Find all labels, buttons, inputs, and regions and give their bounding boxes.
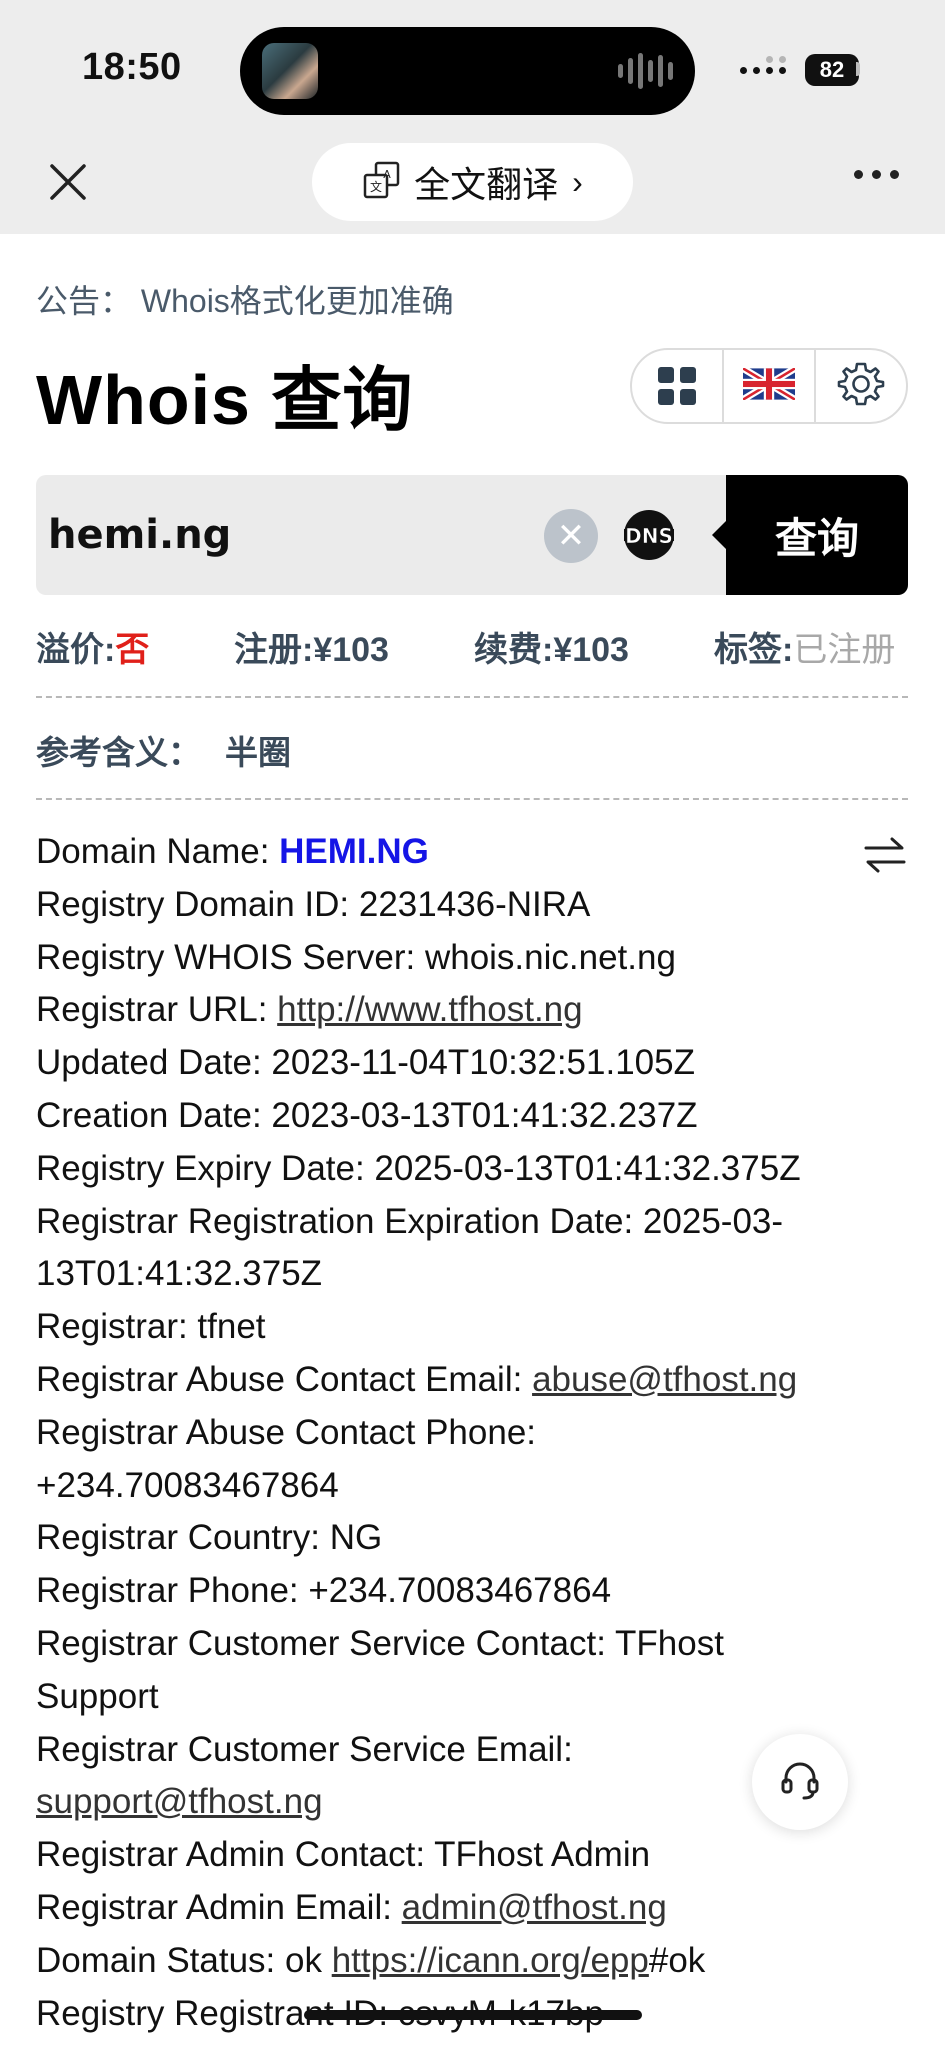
whois-expiry-date: Registry Expiry Date: 2025-03-13T01:41:3… <box>36 1148 801 1188</box>
uk-flag-icon <box>741 364 797 405</box>
domain-status-link[interactable]: https://icann.org/epp <box>332 1941 649 1980</box>
customer-support-button[interactable] <box>752 1734 848 1830</box>
gear-icon <box>837 360 885 413</box>
page-title: Whois 查询 <box>36 361 414 439</box>
domain-name-link[interactable]: HEMI.NG <box>279 832 429 871</box>
grid-view-button[interactable] <box>632 350 722 422</box>
whois-registrar-expiration-cont: 13T01:41:32.375Z <box>36 1254 323 1294</box>
more-icon[interactable] <box>854 170 899 179</box>
stat-tag-value: 已注册 <box>793 631 896 669</box>
admin-email-link[interactable]: admin@tfhost.ng <box>402 1888 667 1927</box>
stat-tag: 标签:已注册 <box>714 622 895 671</box>
stat-renew: 续费:¥103 <box>474 622 629 671</box>
whois-result: Domain Name: HEMI.NG Registry Domain ID:… <box>36 826 908 2040</box>
whois-registry-domain-id: Registry Domain ID: 2231436-NIRA <box>36 884 591 924</box>
stat-register-value: ¥103 <box>313 631 389 669</box>
whois-registrar: Registrar: tfnet <box>36 1307 266 1347</box>
whois-creation-date: Creation Date: 2023-03-13T01:41:32.237Z <box>36 1095 698 1135</box>
settings-button[interactable] <box>814 350 906 422</box>
cs-email-link[interactable]: support@tfhost.ng <box>36 1782 323 1821</box>
domain-status-label: Domain Status: ok <box>36 1940 332 1980</box>
battery-tip <box>856 62 860 76</box>
tool-button-group <box>630 348 908 424</box>
stat-premium: 溢价:否 <box>36 622 149 671</box>
close-icon[interactable] <box>44 158 92 206</box>
translate-button[interactable]: A 文 全文翻译 › <box>312 143 633 221</box>
abuse-email-label: Registrar Abuse Contact Email: <box>36 1359 533 1399</box>
clear-input-button[interactable]: ✕ <box>544 509 598 563</box>
whois-abuse-email: Registrar Abuse Contact Email: abuse@tfh… <box>36 1354 908 1407</box>
notice-banner: 公告： Whois格式化更加准确 <box>36 283 454 319</box>
stat-renew-value: ¥103 <box>553 631 629 669</box>
whois-abuse-phone: Registrar Abuse Contact Phone: <box>36 1412 537 1452</box>
domain-status-suffix: #ok <box>648 1940 706 1980</box>
stat-premium-label: 溢价: <box>36 631 116 669</box>
stat-premium-value: 否 <box>115 631 150 669</box>
cellular-signal-icon <box>740 56 786 74</box>
whois-domain-status: Domain Status: ok https://icann.org/epp#… <box>36 1935 908 1988</box>
stat-renew-label: 续费: <box>474 631 554 669</box>
dns-icon[interactable]: DNS <box>621 507 677 563</box>
grid-icon <box>658 367 696 405</box>
admin-email-label: Registrar Admin Email: <box>36 1887 402 1927</box>
meaning-value: 半圈 <box>225 734 291 771</box>
chevron-right-icon: › <box>572 163 583 200</box>
translate-label: 全文翻译 <box>414 164 559 205</box>
price-stats: 溢价:否 注册:¥103 续费:¥103 标签:已注册 <box>36 622 908 672</box>
svg-text:DNS: DNS <box>625 524 673 548</box>
abuse-email-link[interactable]: abuse@tfhost.ng <box>532 1360 797 1399</box>
audio-wave-icon <box>618 51 673 91</box>
translate-icon: A 文 <box>362 160 402 205</box>
meaning-label: 参考含义： <box>36 734 201 771</box>
registrar-url-link[interactable]: http://www.tfhost.ng <box>277 990 582 1029</box>
svg-text:A: A <box>383 168 391 181</box>
home-indicator[interactable] <box>304 2010 642 2020</box>
stat-register-label: 注册: <box>234 631 314 669</box>
whois-phone: Registrar Phone: +234.70083467864 <box>36 1571 612 1611</box>
whois-cs-contact: Registrar Customer Service Contact: TFho… <box>36 1623 724 1663</box>
domain-search-input[interactable] <box>48 495 548 575</box>
language-button[interactable] <box>722 350 814 422</box>
dynamic-island[interactable] <box>240 27 695 115</box>
whois-updated-date: Updated Date: 2023-11-04T10:32:51.105Z <box>36 1043 695 1083</box>
status-time: 18:50 <box>82 46 182 88</box>
whois-abuse-phone-cont: +234.70083467864 <box>36 1465 339 1505</box>
whois-cs-contact-cont: Support <box>36 1676 159 1716</box>
whois-admin-contact: Registrar Admin Contact: TFhost Admin <box>36 1835 651 1875</box>
whois-admin-email: Registrar Admin Email: admin@tfhost.ng <box>36 1882 908 1935</box>
whois-domain-name-label: Domain Name: <box>36 832 280 871</box>
reference-meaning: 参考含义： 半圈 <box>36 726 291 774</box>
headset-icon <box>778 1758 822 1807</box>
divider <box>36 798 908 800</box>
query-button[interactable]: 查询 <box>712 475 908 595</box>
stat-tag-label: 标签: <box>714 631 794 669</box>
whois-country: Registrar Country: NG <box>36 1518 383 1558</box>
whois-server: Registry WHOIS Server: whois.nic.net.ng <box>36 937 676 977</box>
stat-register: 注册:¥103 <box>234 622 389 671</box>
whois-registrar-url: Registrar URL: http://www.tfhost.ng <box>36 984 908 1037</box>
browser-chrome: 18:50 82 A 文 全文翻译 › <box>0 0 945 234</box>
whois-domain-name: Domain Name: HEMI.NG <box>36 826 908 879</box>
svg-text:文: 文 <box>370 179 382 194</box>
divider <box>36 696 908 698</box>
registrar-url-label: Registrar URL: <box>36 990 278 1030</box>
battery-icon: 82 <box>805 54 859 86</box>
search-box: ✕ DNS 查询 <box>36 475 908 595</box>
whois-registrar-expiration: Registrar Registration Expiration Date: … <box>36 1201 784 1241</box>
now-playing-artwork <box>262 43 318 99</box>
